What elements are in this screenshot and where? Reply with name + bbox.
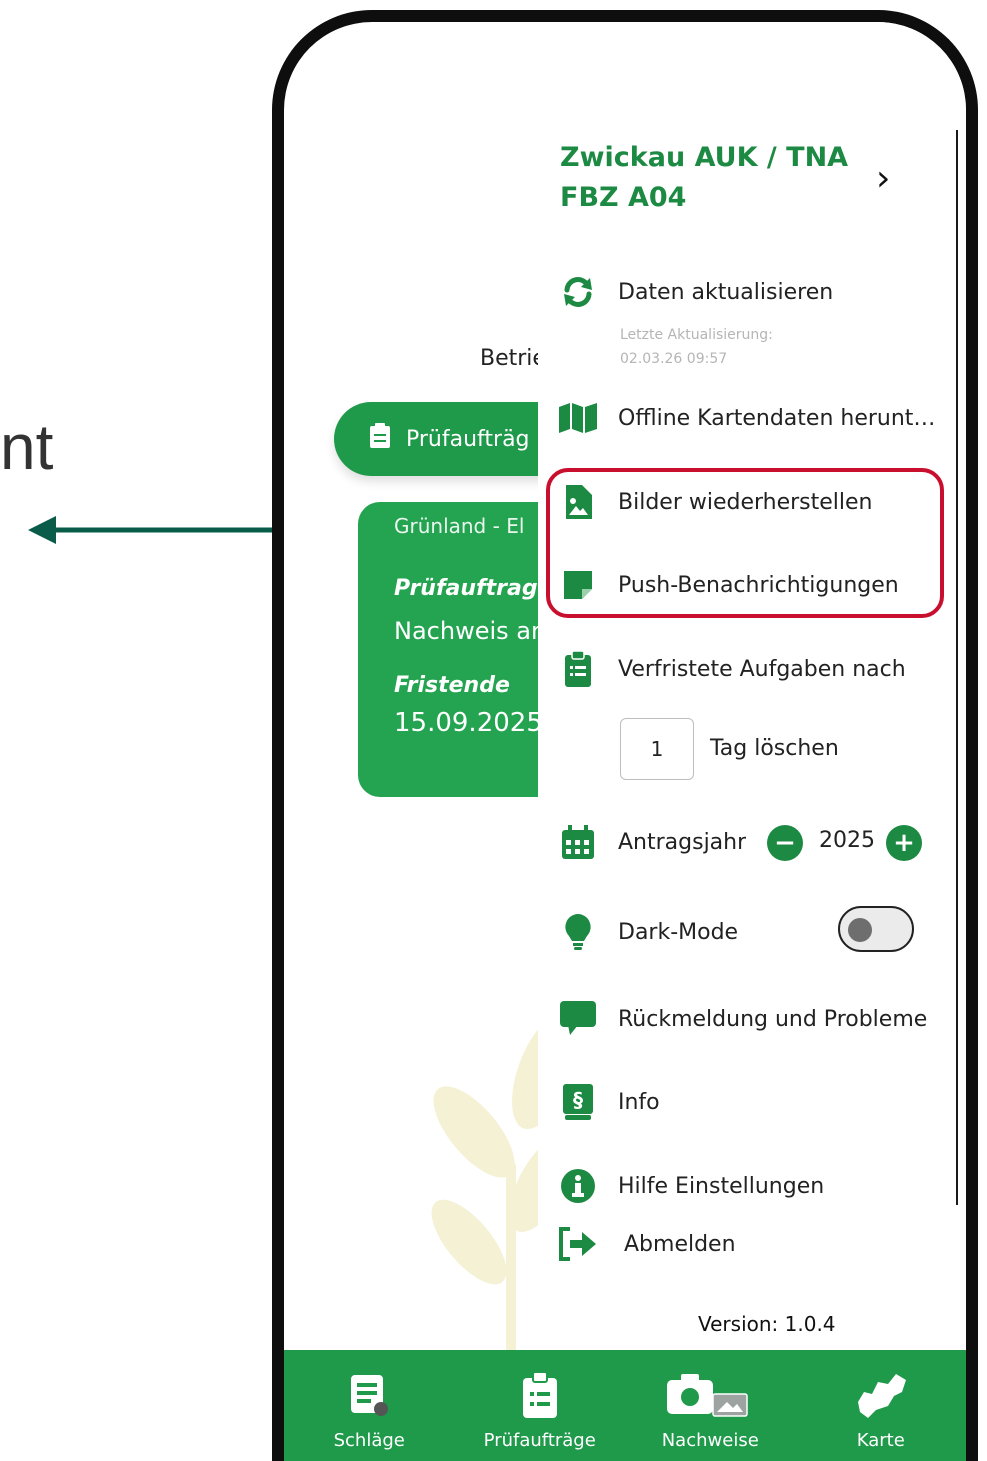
toggle-knob (848, 918, 872, 942)
menu-item-label: Hilfe Einstellungen (618, 1173, 825, 1199)
phone-frame: Betrie Prüfaufträg Grünland - El Prüfauf… (272, 10, 978, 1461)
menu-item-label: Rückmeldung und Probleme (618, 1006, 928, 1032)
clipboard-list-icon (538, 647, 618, 691)
fields-list-icon (349, 1368, 389, 1422)
menu-item-label: Offline Kartendaten herunte... (618, 405, 938, 431)
clipboard-icon (522, 1368, 558, 1422)
menu-item-restore-images[interactable]: Bilder wiederherstellen (538, 480, 958, 524)
chevron-right-icon[interactable]: › (876, 158, 890, 199)
menu-header-line1: Zwickau AUK / TNA (560, 142, 849, 173)
menu-item-refresh[interactable]: Daten aktualisieren (538, 270, 958, 314)
last-update-label: Letzte Aktualisierung: (620, 327, 773, 343)
background-tab-label: Prüfaufträg (406, 426, 530, 452)
menu-item-label: Antragsjahr (618, 829, 747, 855)
sign-out-icon (538, 1222, 618, 1266)
menu-item-label: Abmelden (624, 1231, 736, 1257)
nav-tab-karte[interactable]: Karte (796, 1350, 967, 1461)
app-version: Version: 1.0.4 (698, 1312, 836, 1336)
lightbulb-icon (538, 910, 618, 954)
nav-tab-schlaege[interactable]: Schläge (284, 1350, 455, 1461)
info-circle-icon (538, 1164, 618, 1208)
menu-header[interactable]: Zwickau AUK / TNA FBZ A04 (560, 138, 890, 218)
note-icon (538, 563, 618, 607)
paragraph-book-icon: § (538, 1080, 618, 1124)
menu-item-label: Info (618, 1089, 660, 1115)
days-label: Tag löschen (710, 736, 839, 761)
camera-icon (667, 1368, 753, 1422)
menu-header-line2: FBZ A04 (560, 182, 687, 213)
map-icon (538, 396, 618, 440)
menu-item-expired-tasks[interactable]: Verfristete Aufgaben nach (538, 647, 958, 691)
year-value: 2025 (819, 828, 875, 853)
days-input[interactable]: 1 (620, 718, 694, 780)
menu-item-label: Dark-Mode (618, 919, 739, 945)
menu-item-label: Verfristete Aufgaben nach (618, 656, 906, 682)
nav-label: Prüfaufträge (483, 1430, 596, 1451)
nav-tab-pruefauftraege[interactable]: Prüfaufträge (455, 1350, 626, 1461)
clipboard-check-icon (368, 423, 392, 455)
year-decrement-button[interactable]: − (767, 825, 803, 861)
menu-item-label: Bilder wiederherstellen (618, 489, 873, 515)
dark-mode-toggle[interactable] (838, 906, 914, 952)
menu-item-info[interactable]: § Info (538, 1080, 958, 1124)
saxony-map-icon (854, 1368, 908, 1422)
comment-icon (538, 997, 618, 1041)
year-increment-button[interactable]: + (886, 825, 922, 861)
menu-item-feedback[interactable]: Rückmeldung und Probleme (538, 997, 958, 1041)
menu-item-help[interactable]: Hilfe Einstellungen (538, 1164, 958, 1208)
side-menu: Zwickau AUK / TNA FBZ A04 › Daten aktual… (538, 22, 966, 1352)
background-label: Betrie (480, 346, 546, 371)
nav-label: Karte (856, 1430, 905, 1451)
menu-item-logout[interactable]: Abmelden (538, 1222, 958, 1266)
menu-item-label: Daten aktualisieren (618, 279, 834, 305)
image-file-icon (538, 480, 618, 524)
nav-label: Nachweise (661, 1430, 759, 1451)
nav-label: Schläge (333, 1430, 405, 1451)
menu-item-label: Push-Benachrichtigungen (618, 572, 899, 598)
menu-item-push[interactable]: Push-Benachrichtigungen (538, 563, 958, 607)
svg-text:§: § (573, 1088, 583, 1112)
menu-scroll-edge (956, 130, 958, 1205)
calendar-icon (538, 820, 618, 864)
menu-item-offline-maps[interactable]: Offline Kartendaten herunte... (538, 396, 958, 440)
nav-tab-nachweise[interactable]: Nachweise (625, 1350, 796, 1461)
last-update-time: 02.03.26 09:57 (620, 351, 728, 367)
sync-icon (538, 270, 618, 314)
bottom-navigation: Schläge Prüfaufträge Nachweise Karte (284, 1350, 966, 1461)
